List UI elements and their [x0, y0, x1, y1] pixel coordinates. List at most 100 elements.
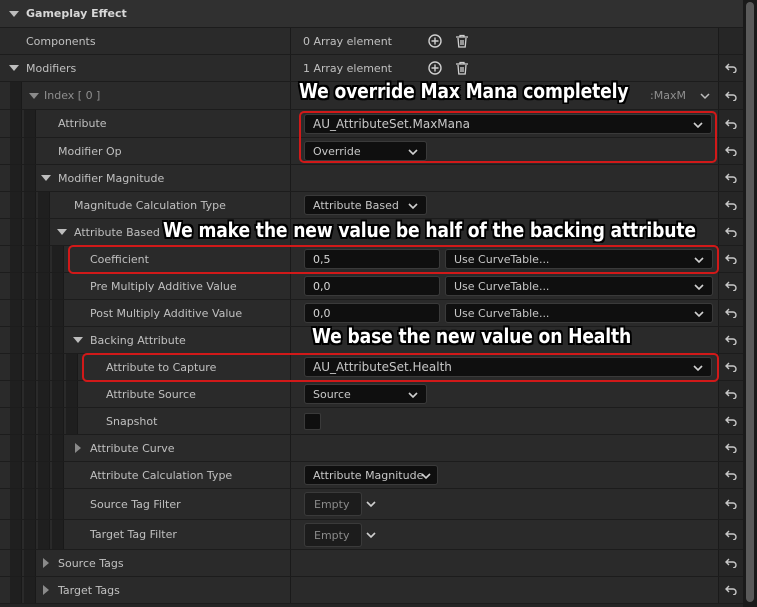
add-icon[interactable]: [428, 55, 442, 81]
reset-arrow-icon[interactable]: [718, 55, 743, 81]
chevron-down-icon[interactable]: [366, 520, 376, 549]
reset-arrow-icon[interactable]: [718, 192, 743, 218]
reset-arrow-icon[interactable]: [718, 138, 743, 164]
magnitude-calc-type-dropdown[interactable]: Attribute Based: [304, 195, 427, 215]
attribute-value: AU_AttributeSet.MaxMana: [313, 117, 470, 131]
label-coefficient: Coefficient: [90, 252, 149, 266]
expand-arrow-icon[interactable]: [72, 435, 84, 461]
post-multiply-curve-dropdown[interactable]: Use CurveTable...: [445, 303, 713, 323]
reset-arrow-icon[interactable]: [718, 354, 743, 380]
collapse-arrow-icon[interactable]: [72, 327, 84, 353]
chevron-down-icon: [694, 311, 704, 318]
chevron-down-icon: [421, 473, 431, 480]
attribute-to-capture-value: AU_AttributeSet.Health: [313, 360, 452, 374]
reset-arrow-icon[interactable]: [718, 550, 743, 576]
label-attribute-calc-type: Attribute Calculation Type: [90, 468, 233, 482]
attribute-dropdown[interactable]: AU_AttributeSet.MaxMana: [304, 114, 712, 134]
reset-arrow-icon[interactable]: [718, 246, 743, 272]
label-post-multiply: Post Multiply Additive Value: [90, 306, 243, 320]
row-modifier-magnitude[interactable]: Modifier Magnitude: [0, 165, 743, 192]
reset-arrow-icon[interactable]: [718, 489, 743, 519]
coefficient-input[interactable]: 0,5: [304, 249, 440, 269]
chevron-down-icon: [693, 122, 703, 129]
snapshot-checkbox[interactable]: [304, 413, 321, 430]
reset-arrow-icon[interactable]: [718, 408, 743, 434]
reset-arrow-icon[interactable]: [718, 273, 743, 299]
trash-icon[interactable]: [455, 55, 469, 81]
row-attribute-curve[interactable]: Attribute Curve: [0, 435, 743, 462]
coefficient-curve-dropdown[interactable]: Use CurveTable...: [445, 249, 713, 269]
source-tag-filter-box[interactable]: Empty: [304, 492, 362, 516]
category-title: Gameplay Effect: [26, 7, 127, 20]
label-modifier-op: Modifier Op: [58, 144, 122, 158]
reset-arrow-icon[interactable]: [718, 327, 743, 353]
row-attribute: Attribute AU_AttributeSet.MaxMana: [0, 110, 743, 138]
chevron-down-icon: [408, 149, 418, 156]
row-source-tag-filter: Source Tag Filter Empty: [0, 489, 743, 520]
reset-arrow-icon[interactable]: [718, 435, 743, 461]
row-target-tags[interactable]: Target Tags: [0, 577, 743, 604]
label-attribute-curve: Attribute Curve: [90, 441, 175, 455]
reset-arrow-icon[interactable]: [718, 110, 743, 137]
reset-arrow-icon[interactable]: [718, 165, 743, 191]
reset-arrow-icon[interactable]: [718, 577, 743, 603]
attribute-to-capture-dropdown[interactable]: AU_AttributeSet.Health: [304, 357, 712, 377]
category-gameplay-effect[interactable]: Gameplay Effect: [0, 0, 743, 28]
scrollbar-thumb[interactable]: [746, 2, 754, 602]
reset-arrow-icon[interactable]: [718, 300, 743, 326]
annotation-half: We make the new value be half of the bac…: [163, 218, 696, 242]
row-attribute-calc-type: Attribute Calculation Type Attribute Mag…: [0, 462, 743, 489]
chevron-down-icon: [694, 284, 704, 291]
collapse-arrow-icon[interactable]: [8, 0, 20, 27]
row-components: Components 0 Array element: [0, 28, 743, 55]
label-attribute-based: Attribute Based M: [74, 225, 173, 239]
vertical-scrollbar[interactable]: [743, 0, 757, 607]
coefficient-curve-value: Use CurveTable...: [454, 252, 550, 266]
target-tag-filter-box[interactable]: Empty: [304, 523, 362, 547]
collapse-arrow-icon[interactable]: [56, 219, 68, 245]
attribute-calc-type-value: Attribute Magnitude: [313, 468, 424, 482]
post-multiply-curve-value: Use CurveTable...: [454, 306, 550, 320]
reset-arrow-icon[interactable]: [718, 381, 743, 407]
collapse-arrow-icon[interactable]: [40, 165, 52, 191]
label-magnitude-calc-type: Magnitude Calculation Type: [74, 198, 226, 212]
modifier-op-value: Override: [313, 144, 361, 158]
reset-arrow-icon[interactable]: [718, 462, 743, 488]
row-post-multiply: Post Multiply Additive Value 0,0 Use Cur…: [0, 300, 743, 327]
attribute-source-value: Source: [313, 387, 351, 401]
collapse-arrow-icon[interactable]: [28, 82, 40, 109]
pre-multiply-input[interactable]: 0,0: [304, 276, 440, 296]
label-attribute-to-capture: Attribute to Capture: [106, 360, 217, 374]
chevron-down-icon: [408, 203, 418, 210]
trash-icon[interactable]: [455, 28, 469, 54]
modifier-op-dropdown[interactable]: Override: [304, 141, 427, 161]
pre-multiply-curve-dropdown[interactable]: Use CurveTable...: [445, 276, 713, 296]
expand-arrow-icon[interactable]: [40, 550, 52, 576]
label-source-tags: Source Tags: [58, 556, 124, 570]
row-modifiers[interactable]: Modifiers 1 Array element: [0, 55, 743, 82]
label-target-tags: Target Tags: [58, 583, 120, 597]
attribute-source-dropdown[interactable]: Source: [304, 384, 427, 404]
row-attribute-to-capture: Attribute to Capture AU_AttributeSet.Hea…: [0, 354, 743, 381]
label-modifier-magnitude: Modifier Magnitude: [58, 171, 165, 185]
row-source-tags[interactable]: Source Tags: [0, 550, 743, 577]
expand-arrow-icon[interactable]: [40, 577, 52, 603]
label-backing-attribute: Backing Attribute: [90, 333, 186, 347]
collapse-arrow-icon[interactable]: [8, 55, 20, 81]
reset-arrow-icon[interactable]: [718, 219, 743, 245]
label-attribute-source: Attribute Source: [106, 387, 196, 401]
chevron-down-icon[interactable]: [700, 82, 710, 109]
annotation-health: We base the new value on Health: [312, 324, 632, 348]
add-icon[interactable]: [428, 28, 442, 54]
attribute-calc-type-dropdown[interactable]: Attribute Magnitude: [304, 465, 438, 485]
annotation-max-mana: We override Max Mana completely: [299, 79, 629, 103]
row-attribute-source: Attribute Source Source: [0, 381, 743, 408]
reset-arrow-icon[interactable]: [718, 520, 743, 549]
label-attribute: Attribute: [58, 117, 107, 130]
chevron-down-icon[interactable]: [366, 489, 376, 519]
reset-arrow-icon[interactable]: [718, 82, 743, 109]
post-multiply-input[interactable]: 0,0: [304, 303, 440, 323]
magnitude-calc-type-value: Attribute Based: [313, 198, 399, 212]
row-target-tag-filter: Target Tag Filter Empty: [0, 520, 743, 550]
row-snapshot: Snapshot: [0, 408, 743, 435]
